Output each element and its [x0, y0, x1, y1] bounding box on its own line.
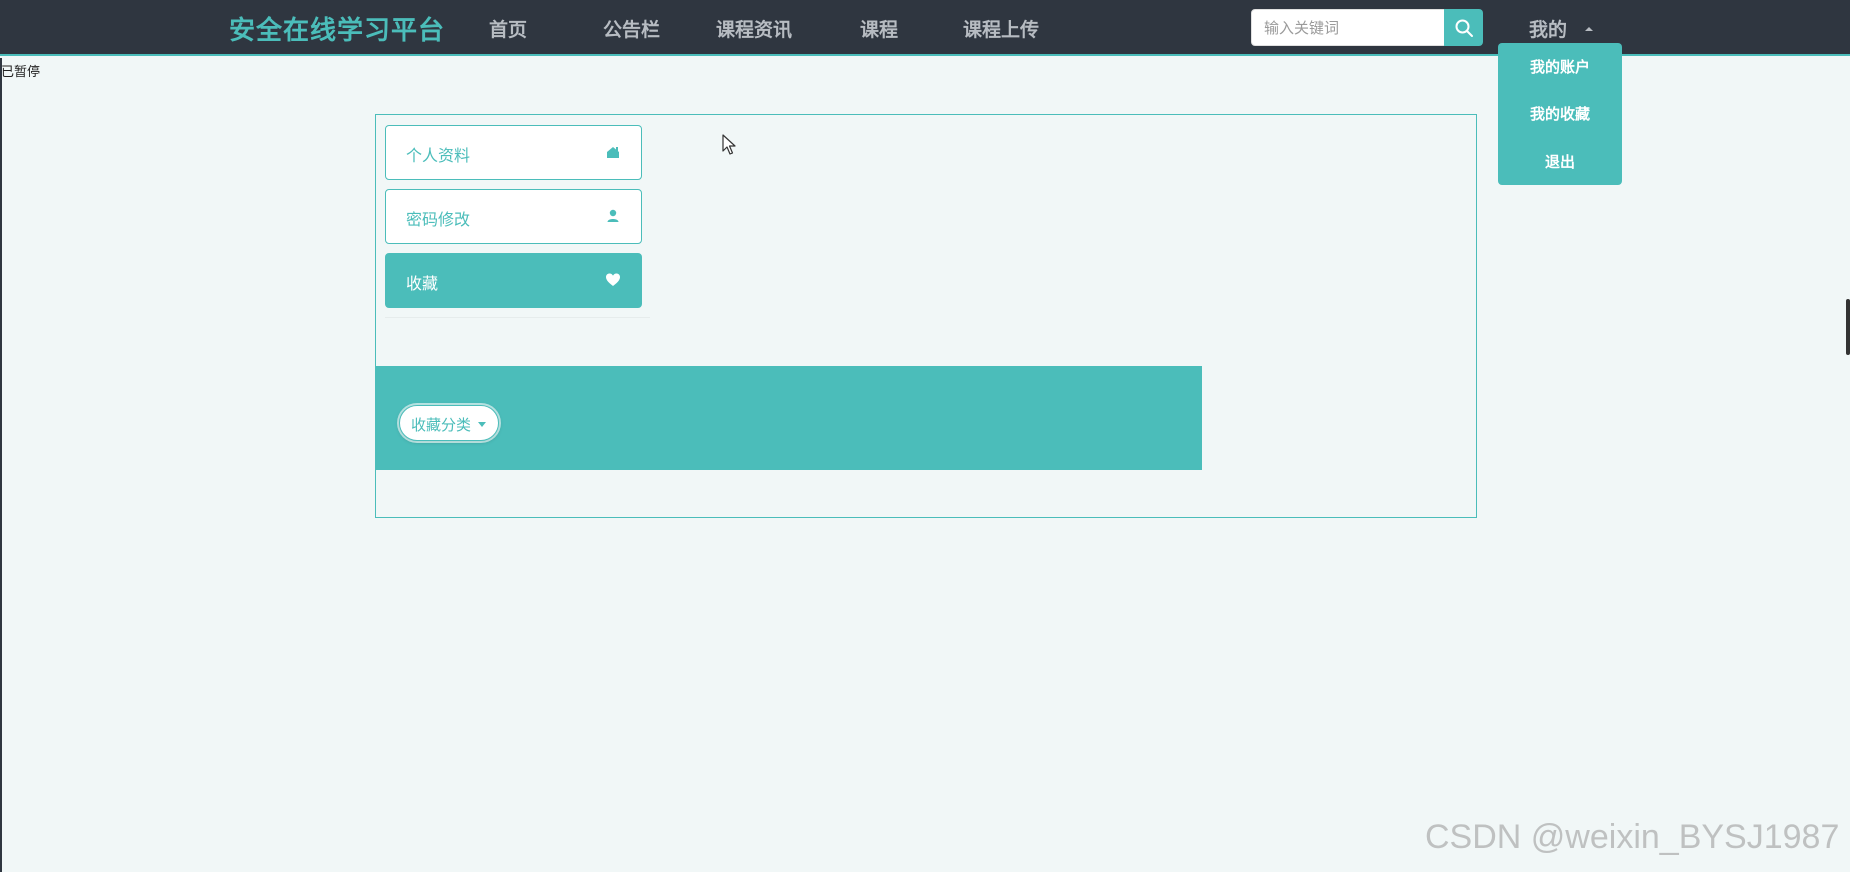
mouse-cursor-icon — [722, 134, 736, 155]
sidebar-item-profile[interactable]: 个人资料 — [385, 125, 642, 180]
nav-item-home[interactable]: 首页 — [489, 15, 527, 42]
sidebar-item-label: 个人资料 — [406, 146, 471, 165]
sidebar-item-favorites[interactable]: 收藏 — [385, 253, 642, 308]
nav-item-course-upload[interactable]: 课程上传 — [963, 15, 1039, 42]
user-icon — [607, 209, 619, 222]
sidebar-bottom-divider — [385, 312, 650, 318]
user-dropdown-menu: 我的账户 我的收藏 退出 — [1498, 43, 1622, 185]
nav-item-notice-board[interactable]: 公告栏 — [603, 15, 660, 42]
search-input[interactable] — [1251, 9, 1445, 46]
site-brand[interactable]: 安全在线学习平台 — [229, 10, 445, 47]
caret-down-icon — [478, 422, 486, 427]
heart-icon — [606, 273, 620, 286]
watermark-text: CSDN @weixin_BYSJ1987 — [1425, 818, 1840, 856]
sidebar-item-label: 密码修改 — [406, 210, 471, 229]
category-button-label: 收藏分类 — [411, 416, 472, 434]
nav-item-courses[interactable]: 课程 — [860, 15, 898, 42]
sidebar-item-label: 收藏 — [406, 274, 439, 293]
corner-status-text: 已暂停 — [0, 65, 40, 80]
scrollbar-thumb[interactable] — [1846, 299, 1850, 355]
search-button[interactable] — [1444, 9, 1483, 46]
favorites-category-dropdown[interactable]: 收藏分类 — [399, 405, 499, 441]
dropdown-item-my-account[interactable]: 我的账户 — [1498, 56, 1622, 77]
user-menu-toggle[interactable]: 我的 — [1529, 15, 1567, 42]
home-icon — [607, 147, 619, 158]
left-edge-bar — [0, 58, 2, 872]
caret-up-icon — [1585, 27, 1593, 31]
favorites-banner — [376, 366, 1202, 470]
dropdown-item-logout[interactable]: 退出 — [1498, 151, 1622, 172]
nav-item-course-news[interactable]: 课程资讯 — [716, 15, 792, 42]
sidebar-item-password[interactable]: 密码修改 — [385, 189, 642, 244]
search-icon — [1455, 19, 1473, 37]
dropdown-item-my-favorites[interactable]: 我的收藏 — [1498, 103, 1622, 124]
